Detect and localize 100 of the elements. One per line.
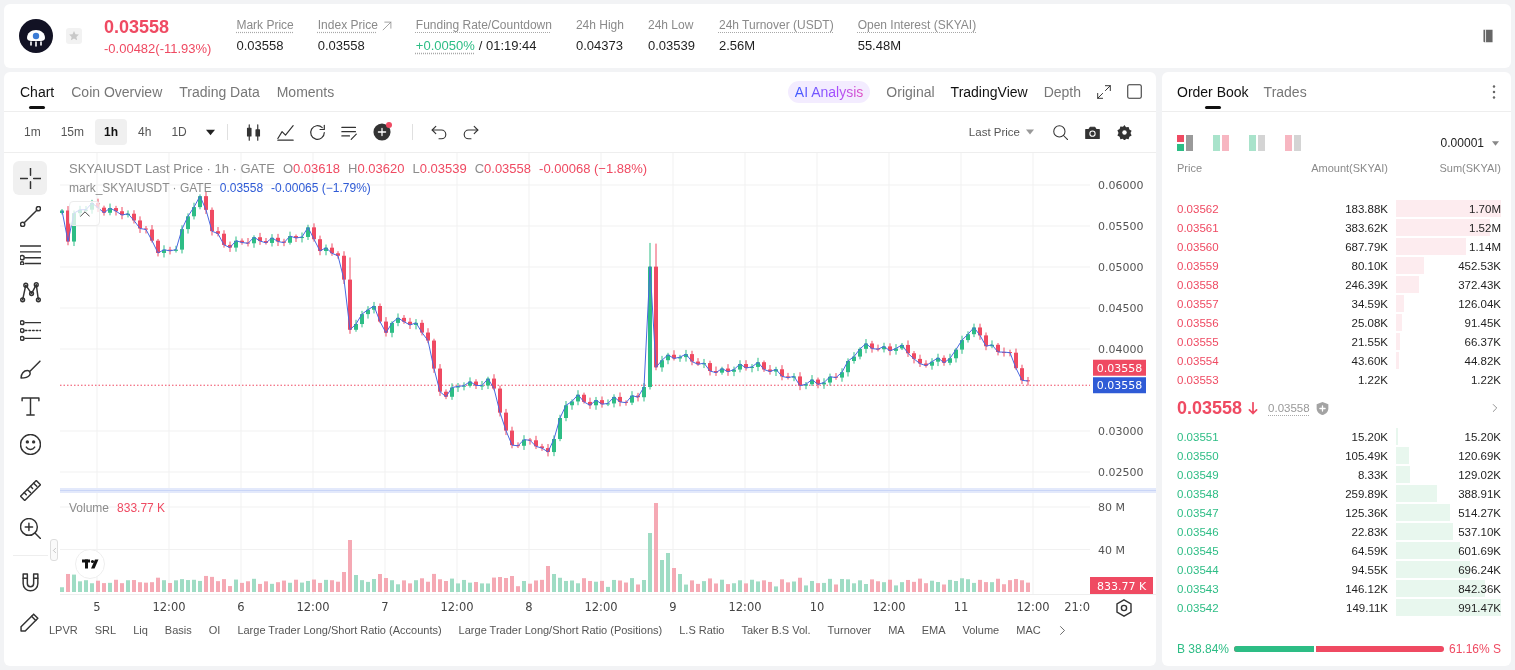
chart-tab[interactable]: Trading Data [179, 72, 260, 111]
price-cell-text: 0.03560 [1177, 240, 1220, 253]
indicator-item[interactable]: LPVR [49, 624, 78, 636]
mark-title: mark_SKYAIUSDT · GATE [69, 181, 212, 195]
interval-tab[interactable]: 15m [51, 119, 93, 145]
layout-icon[interactable] [1177, 135, 1193, 151]
amount-cell-text: 1.22K [1356, 373, 1388, 386]
chart-line-icon [277, 123, 295, 141]
price-tick: 0.02500 [1098, 466, 1144, 479]
settings-icon [1116, 124, 1132, 140]
sum-cell: 1.22K [1470, 373, 1501, 386]
settings-icon[interactable] [1116, 599, 1132, 617]
time-label: 12:00 [728, 600, 762, 614]
precision-dropdown[interactable]: 0.00001 [1440, 136, 1499, 150]
sum-cell: 696.24K [1458, 563, 1501, 576]
stat-value: 55.48M [857, 38, 902, 54]
price-cell-text: 0.03543 [1177, 582, 1220, 595]
time-label: 12:00 [296, 600, 330, 614]
sum-cell: 601.69K [1458, 544, 1501, 557]
indicator-item[interactable]: MA [888, 624, 905, 636]
book-icon[interactable] [1481, 29, 1495, 43]
ruler-icon [19, 479, 41, 501]
sum-cell: 452.53K [1458, 259, 1501, 272]
amount-cell-text: 22.83K [1350, 525, 1388, 538]
interval-tab[interactable]: 1m [15, 119, 50, 145]
stat-value: 2.56M [718, 38, 756, 54]
sum-cell: 15.20K [1464, 430, 1501, 443]
time-label: 6 [237, 600, 245, 614]
amount-cell-text: 94.55K [1350, 563, 1388, 576]
logo-icon[interactable] [75, 549, 105, 579]
time-label: 21:0 [1064, 600, 1090, 614]
interval-tab[interactable]: 4h [129, 119, 161, 145]
indicator-item[interactable]: MAC [1016, 624, 1041, 636]
magnet-icon [19, 572, 41, 594]
time-label: 12:00 [584, 600, 618, 614]
buy-ratio: B 38.84% [1177, 642, 1230, 656]
chart-tab[interactable]: Moments [276, 72, 335, 111]
price-cell-text: 0.03556 [1177, 316, 1220, 329]
text-tool-icon [19, 395, 41, 417]
amount-cell-text: 105.49K [1344, 449, 1388, 462]
indicator-item[interactable]: Large Trader Long/Short Ratio (Positions) [458, 624, 663, 636]
column-header: Sum(SKYAI) [1438, 162, 1501, 174]
chart-tab[interactable]: Coin Overview [71, 72, 163, 111]
time-label: 11 [953, 600, 969, 614]
sum-cell: 126.04K [1458, 297, 1501, 310]
sum-cell: 44.82K [1464, 354, 1501, 367]
interval-tab[interactable]: 1D [162, 119, 196, 145]
indicator-item[interactable]: Taker B.S Vol. [741, 624, 811, 636]
expand-icon[interactable] [1097, 84, 1111, 99]
chevron-up-icon [79, 208, 90, 219]
star-icon[interactable] [66, 28, 82, 44]
sum-cell: 991.47K [1458, 601, 1501, 614]
indicator-item[interactable]: Large Trader Long/Short Ratio (Accounts) [237, 624, 442, 636]
price-cell-text: 0.03555 [1177, 335, 1220, 348]
indicator-item[interactable]: EMA [921, 624, 946, 636]
indicator-item[interactable]: Volume [962, 624, 1000, 636]
indicator-item[interactable]: Turnover [827, 624, 872, 636]
amount-cell-text: 146.12K [1344, 582, 1388, 595]
view-tab[interactable]: Depth [1043, 83, 1081, 100]
view-tab[interactable]: Original [886, 83, 935, 100]
order-book-tab[interactable]: Trades [1263, 72, 1307, 111]
indicator-item[interactable]: Liq [133, 624, 148, 636]
price-cell-text: 0.03548 [1177, 487, 1220, 500]
drawing-tool[interactable] [13, 161, 47, 195]
collapse-handle[interactable] [50, 539, 58, 561]
order-book-tab[interactable]: Order Book [1177, 72, 1249, 111]
caret-icon [1026, 128, 1034, 136]
sum-cell: 372.43K [1458, 278, 1501, 291]
price-cell-text: 0.03562 [1177, 202, 1220, 215]
sum-cell: 842.36K [1458, 582, 1501, 595]
square-icon[interactable] [1127, 84, 1142, 99]
sell-ratio: 61.16% S [1448, 642, 1501, 656]
interval-tab[interactable]: 1h [95, 119, 128, 145]
indicator-item[interactable]: SRL [94, 624, 117, 636]
chart-tab[interactable]: Chart [20, 72, 55, 111]
stat-value: 0.04373 [575, 38, 623, 54]
price-cell-text: 0.03547 [1177, 506, 1220, 519]
price-cell-text: 0.03546 [1177, 525, 1220, 538]
amount-cell-text: 15.20K [1350, 430, 1388, 443]
view-tab[interactable]: TradingView [950, 83, 1028, 100]
last-price-label: 0.03558 [1093, 359, 1146, 376]
sum-cell: 129.02K [1458, 468, 1501, 481]
candlestick-icon [245, 123, 263, 141]
stat-label: Funding Rate/Countdown [415, 18, 552, 33]
price-cell-text: 0.03558 [1177, 278, 1220, 291]
mark-price: 0.03558 [1268, 402, 1310, 414]
price-type-dropdown[interactable]: Last Price [968, 126, 1034, 138]
indicator-item[interactable]: OI [208, 624, 221, 636]
sum-cell: 1.70M [1469, 202, 1501, 215]
indicator-item[interactable]: L.S Ratio [679, 624, 725, 636]
chevron-right-icon[interactable] [1057, 625, 1067, 635]
amount-cell-text: 259.89K [1344, 487, 1388, 500]
search-icon [1052, 124, 1068, 140]
time-label: 12:00 [152, 600, 186, 614]
caret-icon[interactable] [205, 127, 215, 137]
ai-analysis-button[interactable]: AI Analysis [787, 80, 871, 103]
amount-cell-text: 25.08K [1350, 316, 1388, 329]
indicator-item[interactable]: Basis [164, 624, 192, 636]
ohlc-value: L0.03539 [412, 161, 467, 176]
amount-cell-text: 687.79K [1344, 240, 1388, 253]
